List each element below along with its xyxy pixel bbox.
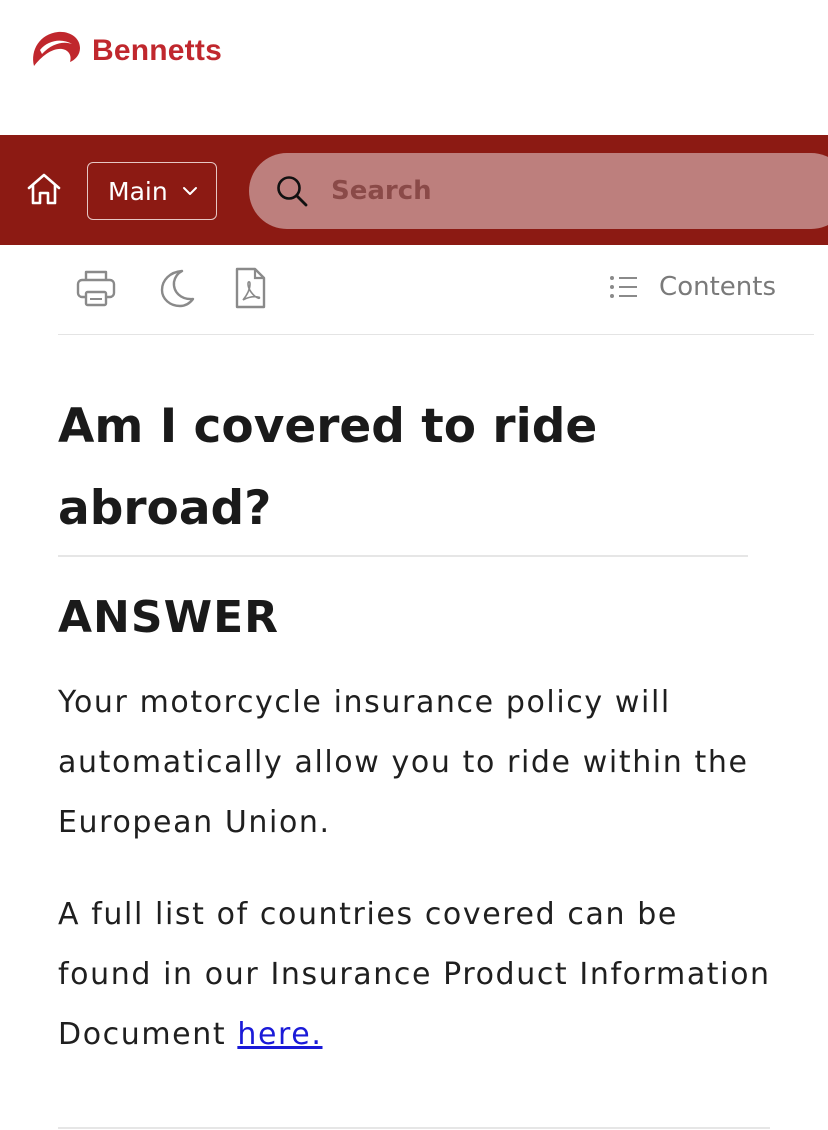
title-divider: [58, 555, 748, 557]
chevron-down-icon: [182, 186, 198, 196]
bennetts-logo[interactable]: Bennetts: [28, 28, 222, 74]
contents-label: Contents: [659, 272, 776, 302]
search-icon: [275, 174, 309, 208]
search-input[interactable]: [329, 175, 733, 207]
search-bar[interactable]: [249, 153, 828, 229]
dark-mode-button[interactable]: [154, 266, 198, 310]
section-select-value: Main: [108, 176, 168, 206]
contents-button[interactable]: Contents: [609, 272, 776, 302]
home-button[interactable]: [24, 169, 64, 209]
print-icon: [75, 268, 117, 308]
brand-name: Bennetts: [92, 34, 222, 67]
pdf-icon: [233, 267, 267, 309]
section-select[interactable]: Main: [87, 162, 217, 220]
answer-heading: ANSWER: [58, 592, 280, 643]
top-navigation-bar: Main: [0, 135, 828, 245]
article-toolbar: Contents: [58, 262, 814, 335]
list-icon: [609, 275, 639, 299]
pdf-download-button[interactable]: [228, 266, 272, 310]
bottom-divider: [58, 1127, 770, 1129]
ipid-document-link[interactable]: here.: [237, 1017, 322, 1052]
answer-paragraph-2-text: A full list of countries covered can be …: [58, 897, 771, 1052]
answer-paragraph-2: A full list of countries covered can be …: [58, 885, 778, 1065]
article-title: Am I covered to ride abroad?: [58, 399, 598, 536]
page: Bennetts Main Search Contents Am I cover…: [0, 0, 828, 1130]
dark-mode-moon-icon: [156, 267, 196, 309]
home-icon: [25, 171, 63, 207]
print-button[interactable]: [74, 266, 118, 310]
bennetts-logo-icon: [28, 28, 82, 74]
answer-paragraph-1: Your motorcycle insurance policy will au…: [58, 685, 749, 840]
